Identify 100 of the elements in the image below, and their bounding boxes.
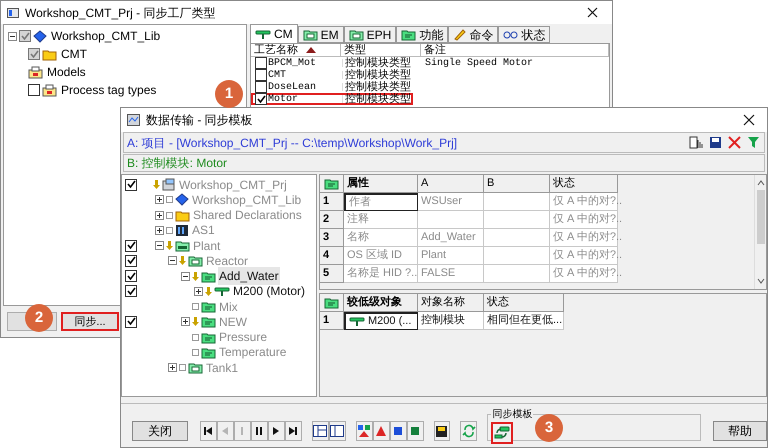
last-icon — [288, 426, 298, 436]
save-button[interactable] — [434, 421, 450, 441]
column-header[interactable]: 备注 — [421, 44, 609, 56]
grid-cell: 注释 — [344, 211, 418, 229]
filter-icon[interactable] — [747, 136, 761, 149]
scroll-down-icon[interactable] — [756, 277, 764, 285]
filter-button[interactable] — [390, 421, 407, 441]
valve-icon — [255, 28, 271, 40]
tab[interactable]: CM — [250, 24, 298, 44]
row-number: 1 — [320, 312, 344, 330]
table-row[interactable]: DoseLean 控制模块类型 — [251, 81, 609, 94]
tab[interactable]: EM — [298, 26, 344, 44]
nav-button[interactable] — [284, 421, 302, 441]
first-icon — [203, 426, 214, 436]
column-header[interactable]: 状态 — [484, 294, 564, 312]
expand-icon[interactable] — [194, 286, 203, 296]
project-icon — [162, 178, 176, 192]
station-icon — [175, 224, 189, 237]
function-icon — [201, 315, 216, 328]
function-icon — [201, 270, 216, 283]
window-icon — [7, 8, 19, 18]
models-icon — [42, 84, 57, 97]
grid-cell: OS 区域 ID — [344, 247, 418, 265]
grid-cell: 名称是 HID ?.. — [344, 265, 418, 283]
table-cell-text: CMT — [268, 68, 286, 82]
row-number: 5 — [320, 265, 344, 283]
models-icon — [28, 66, 43, 79]
window-title: 数据传输 - 同步模板 — [146, 112, 253, 129]
expand-icon[interactable] — [155, 210, 164, 220]
close-icon[interactable] — [743, 114, 755, 126]
expand-icon[interactable] — [168, 363, 177, 372]
folder-icon — [175, 208, 190, 222]
row-number: 2 — [320, 211, 344, 229]
sync-icon — [494, 426, 510, 440]
tab[interactable]: EPH — [344, 26, 396, 44]
column-header[interactable]: B — [484, 175, 550, 193]
table-cell-text: BPCM_Mot — [268, 56, 316, 70]
plant-icon — [175, 239, 190, 252]
column-header[interactable]: 类型 — [341, 44, 421, 56]
filter-button[interactable] — [356, 421, 373, 441]
checkbox[interactable] — [255, 69, 267, 82]
checkbox[interactable] — [125, 316, 137, 328]
square-icon — [393, 426, 404, 436]
tree-item[interactable]: Add_Water — [218, 267, 280, 286]
expand-icon[interactable] — [181, 317, 190, 326]
nav-button[interactable] — [268, 421, 285, 441]
tab[interactable]: 状态 — [498, 26, 550, 44]
nav-button[interactable] — [200, 421, 217, 441]
column-header[interactable]: 工艺名称 — [251, 44, 341, 56]
table-row[interactable]: BPCM_Mot 控制模块类型 Single Speed Motor — [251, 57, 609, 70]
column-header[interactable]: A — [418, 175, 484, 193]
next-icon — [271, 426, 282, 436]
expand-icon[interactable] — [155, 226, 164, 235]
sync-button[interactable]: 同步... — [61, 312, 119, 332]
document-icon[interactable] — [689, 136, 703, 149]
close-icon[interactable] — [587, 7, 598, 18]
collapse-icon[interactable] — [181, 272, 190, 281]
grid-cell: WSUser — [418, 193, 484, 211]
checkbox[interactable] — [125, 254, 137, 267]
scrollbar[interactable] — [754, 175, 766, 289]
filter-button[interactable] — [372, 421, 390, 441]
checkbox[interactable] — [125, 285, 137, 298]
checkbox[interactable] — [125, 270, 137, 282]
checkbox[interactable] — [125, 240, 137, 252]
table-cell-text: Single Speed Motor — [425, 56, 534, 71]
grid-cell — [418, 211, 484, 229]
save-icon — [435, 424, 448, 438]
table-row[interactable]: CMT 控制模块类型 — [251, 69, 609, 82]
unit-icon — [188, 361, 203, 374]
table-row[interactable]: Motor 控制模块类型 — [251, 93, 413, 106]
checkbox[interactable] — [255, 93, 267, 106]
checkbox[interactable] — [255, 81, 267, 94]
column-header[interactable]: 属性 — [344, 175, 418, 193]
view-button[interactable] — [312, 421, 329, 441]
checkbox[interactable] — [255, 57, 267, 70]
expand-icon[interactable] — [155, 195, 164, 204]
sync-template-button[interactable] — [491, 422, 514, 444]
filter-button[interactable] — [406, 421, 424, 441]
column-header[interactable]: 对象名称 — [418, 294, 484, 312]
tab[interactable]: 命令 — [448, 26, 498, 44]
column-header[interactable]: 状态 — [550, 175, 618, 193]
help-button[interactable]: 帮助 — [713, 421, 768, 441]
table-cell-text: 控制模块类型 — [345, 92, 411, 107]
checkbox[interactable] — [125, 178, 137, 191]
unit-icon — [302, 28, 318, 42]
column-header[interactable]: 较低级对象 — [344, 294, 418, 312]
save-icon[interactable] — [709, 136, 722, 149]
collapse-icon[interactable] — [168, 256, 177, 266]
refresh-button[interactable] — [460, 421, 478, 441]
nav-button[interactable] — [250, 421, 268, 441]
close-button[interactable]: 关闭 — [132, 421, 188, 441]
object-cell: 相同但在更低... — [484, 312, 564, 330]
grid-cell: Add_Water — [418, 229, 484, 247]
collapse-icon[interactable] — [155, 241, 164, 250]
tab[interactable]: 功能 — [396, 26, 448, 44]
grid-cell: 作者 — [344, 193, 418, 211]
scroll-up-icon[interactable] — [756, 179, 764, 187]
function-icon — [401, 28, 416, 42]
view-button[interactable] — [328, 421, 346, 441]
function-icon — [324, 177, 339, 190]
